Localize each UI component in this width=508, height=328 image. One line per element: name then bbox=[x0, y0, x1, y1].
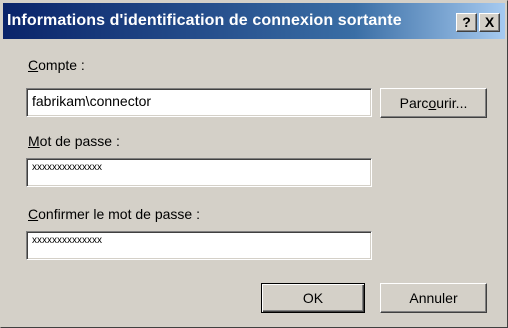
title-bar[interactable]: Informations d'identification de connexi… bbox=[3, 3, 505, 39]
password-input[interactable]: xxxxxxxxxxxxxx bbox=[26, 158, 372, 187]
help-icon: ? bbox=[462, 14, 471, 30]
account-label-accelerator: C bbox=[28, 57, 39, 73]
browse-button[interactable]: Parcourir... bbox=[380, 88, 487, 118]
browse-label-post: urir... bbox=[436, 95, 468, 111]
browse-label-pre: Parc bbox=[399, 95, 429, 111]
ok-button[interactable]: OK bbox=[261, 283, 365, 313]
confirm-password-input[interactable]: xxxxxxxxxxxxxx bbox=[26, 231, 372, 260]
confirm-password-label: Confirmer le mot de passe : bbox=[28, 206, 200, 222]
help-button[interactable]: ? bbox=[456, 13, 477, 32]
credentials-dialog: Informations d'identification de connexi… bbox=[0, 0, 508, 328]
password-label-text: ot de passe : bbox=[39, 133, 120, 149]
confirm-label-text: onfirmer le mot de passe : bbox=[38, 206, 200, 222]
close-button[interactable]: X bbox=[479, 13, 500, 32]
account-label: Compte : bbox=[28, 57, 85, 73]
close-icon: X bbox=[484, 14, 495, 30]
password-label-accelerator: M bbox=[28, 133, 40, 149]
account-label-text: ompte : bbox=[38, 57, 85, 73]
account-input[interactable]: fabrikam\connector bbox=[26, 88, 372, 117]
cancel-button[interactable]: Annuler bbox=[380, 283, 487, 313]
dialog-title: Informations d'identification de connexi… bbox=[7, 12, 402, 29]
confirm-label-accelerator: C bbox=[28, 206, 39, 222]
password-label: Mot de passe : bbox=[28, 133, 120, 149]
